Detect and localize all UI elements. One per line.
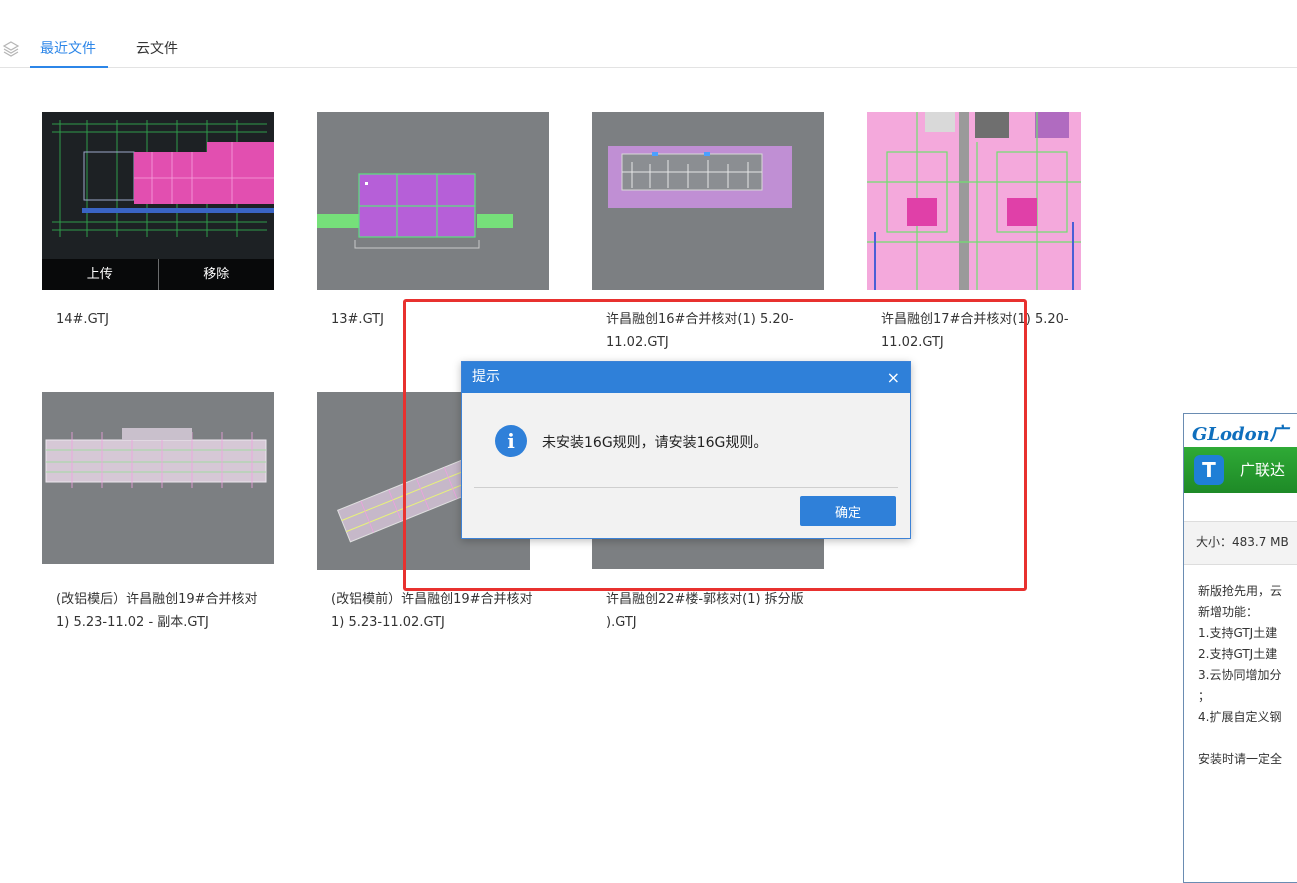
release-note-line: 安装时请一定全 [1198,752,1283,766]
remove-button[interactable]: 移除 [159,259,275,290]
layers-icon [2,41,20,57]
release-note-line: 2.支持GTJ土建 [1198,647,1278,661]
file-name: 14#.GTJ [56,312,109,327]
dialog-divider [474,487,898,488]
dialog-titlebar: 提示 × [462,362,910,393]
app-icon: T [1194,455,1224,485]
release-note-line: ； [1198,689,1211,703]
file-name: 许昌融创22#楼-郭核对(1) 拆分版 ).GTJ [606,592,804,630]
release-note-line: 1.支持GTJ土建 [1198,626,1278,640]
tab-recent-files[interactable]: 最近文件 [30,40,108,68]
card-action-overlay: 上传 移除 [42,259,274,290]
release-note-line: 新增功能： [1198,605,1259,619]
close-icon[interactable]: × [887,362,900,393]
file-thumbnail[interactable] [592,112,824,290]
prompt-dialog: 提示 × i 未安装16G规则，请安装16G规则。 确定 [461,361,911,539]
upload-button[interactable]: 上传 [42,259,159,290]
file-tabs-bar: 最近文件 云文件 [0,0,1297,68]
file-thumbnail[interactable] [867,112,1081,290]
glodon-logo: GLodon广 [1192,424,1288,445]
dialog-body: i 未安装16G规则，请安装16G规则。 [462,393,910,488]
file-name: (改铝模后）许昌融创19#合并核对 1) 5.23-11.02 - 副本.GTJ [56,592,258,630]
file-name: 许昌融创16#合并核对(1) 5.20- 11.02.GTJ [606,312,794,350]
update-promo-panel: GLodon广 T 广联达 大小：483.7 MB 新版抢先用，云 新增功能： … [1183,413,1297,883]
ok-button[interactable]: 确定 [800,496,896,526]
release-note-line: 3.云协同增加分 [1198,668,1282,682]
release-note-line: 新版抢先用，云 [1198,584,1283,598]
tab-cloud-files[interactable]: 云文件 [136,40,178,58]
app-name: 广联达 [1240,461,1286,479]
dialog-message: 未安装16G规则，请安装16G规则。 [542,435,768,451]
size-bar: 大小：483.7 MB [1184,521,1297,565]
file-name: 13#.GTJ [331,312,384,327]
info-icon: i [495,425,527,457]
promo-header: T 广联达 [1184,447,1297,493]
file-thumbnail[interactable] [42,392,274,564]
release-notes: 新版抢先用，云 新增功能： 1.支持GTJ土建 2.支持GTJ土建 3.云协同增… [1198,581,1282,770]
file-thumbnail[interactable] [317,112,549,290]
package-size: 大小：483.7 MB [1196,535,1289,549]
release-note-line: 4.扩展自定义钢 [1198,710,1282,724]
file-thumbnail[interactable]: 上传 移除 [42,112,274,290]
file-name: 许昌融创17#合并核对(1) 5.20- 11.02.GTJ [881,312,1069,350]
file-name: (改铝模前）许昌融创19#合并核对 1) 5.23-11.02.GTJ [331,592,533,630]
release-note-line [1198,728,1282,749]
dialog-title: 提示 [472,369,500,385]
